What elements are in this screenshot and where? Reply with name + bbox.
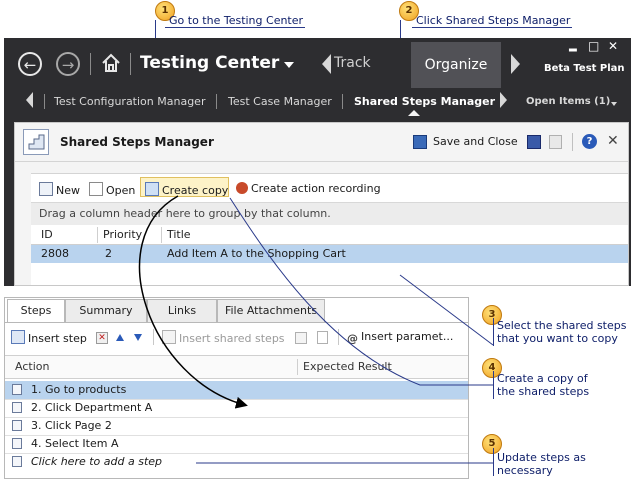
- annotation-lines: [139, 195, 494, 464]
- copy-flow-arrow: [139, 195, 248, 409]
- callout-3-leader: [399, 274, 494, 346]
- callout-4-leader: [229, 197, 493, 386]
